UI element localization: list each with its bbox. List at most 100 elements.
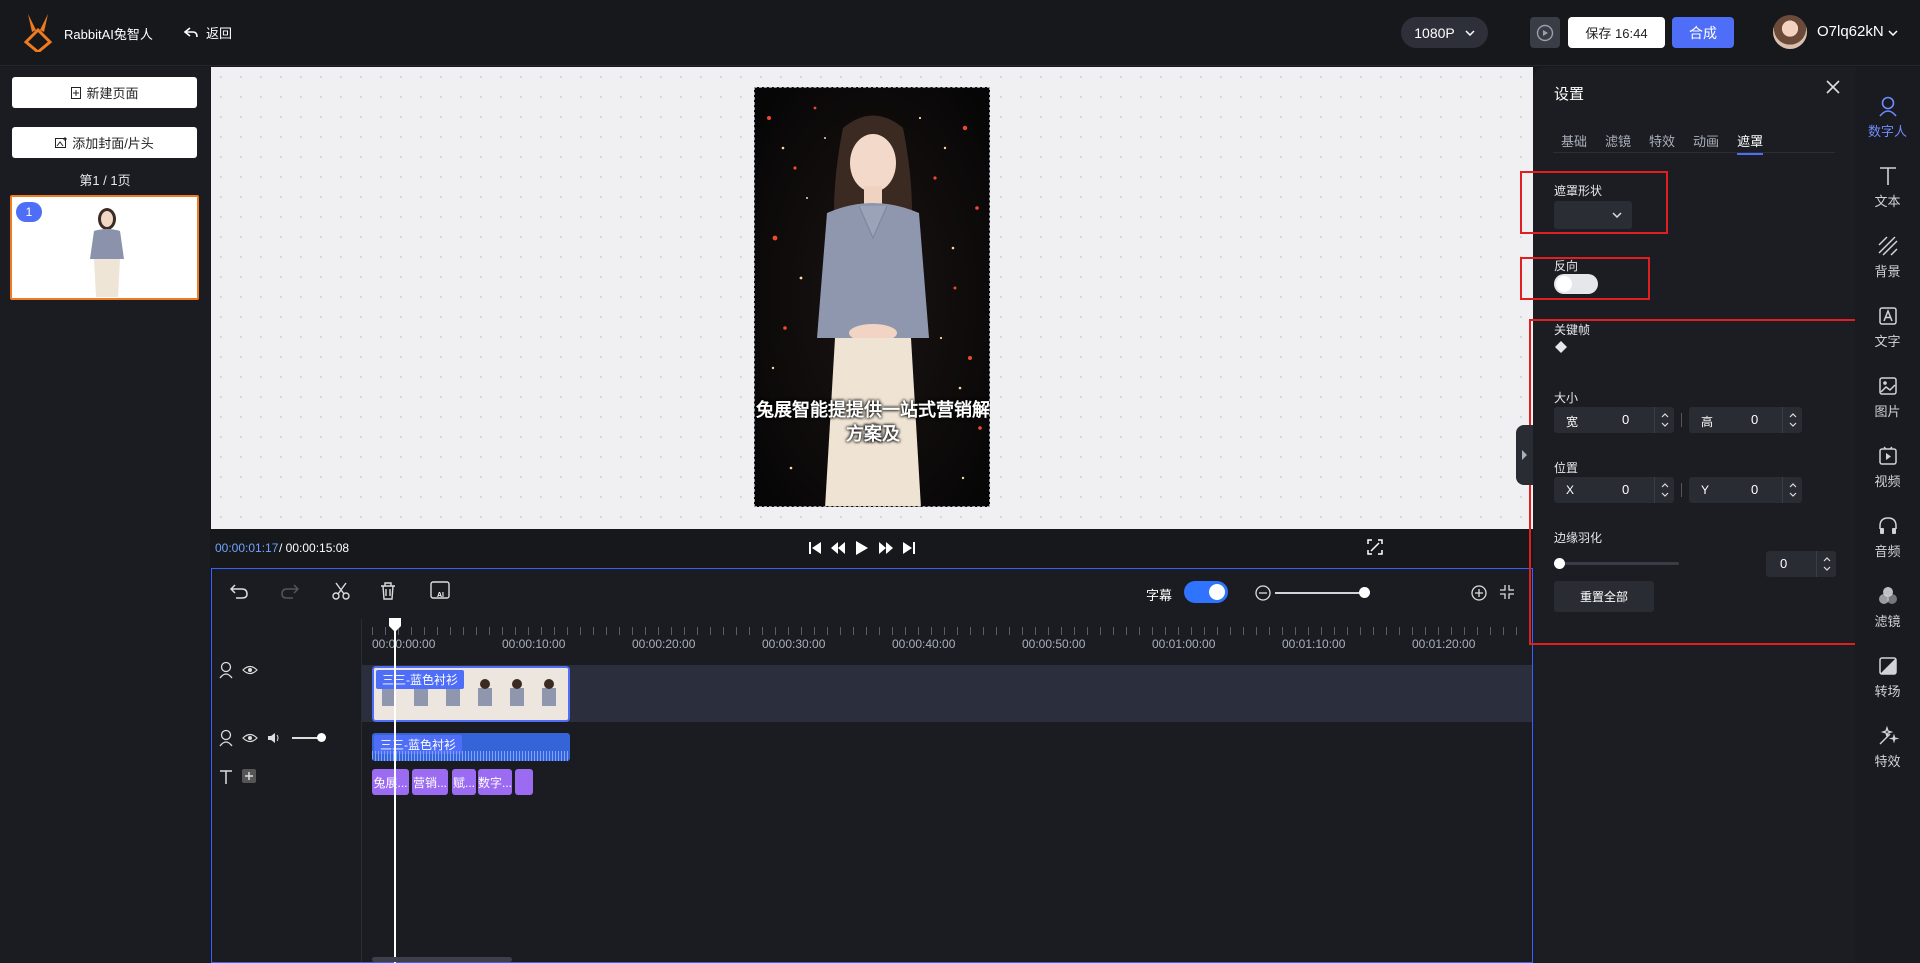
subtitle-toggle[interactable] — [1184, 581, 1228, 603]
rail-label: 文字 — [1874, 334, 1901, 349]
playhead[interactable] — [394, 621, 396, 963]
video-clip[interactable]: 三三-蓝色衬衫 — [372, 666, 570, 722]
height-input[interactable]: 高 0 — [1689, 407, 1802, 433]
width-input[interactable]: 宽 0 — [1554, 407, 1674, 433]
subtitle-clip[interactable]: 数字... — [478, 769, 512, 795]
redo-icon[interactable] — [281, 583, 299, 599]
compose-button[interactable]: 合成 — [1672, 17, 1734, 48]
volume-slider-handle[interactable] — [317, 733, 326, 742]
step-back-icon[interactable] — [831, 541, 845, 555]
tick-label: 00:00:20:00 — [632, 637, 696, 651]
add-image-icon — [55, 136, 68, 148]
delete-icon[interactable] — [380, 582, 396, 600]
rail-effects[interactable]: 特效 — [1855, 725, 1920, 787]
reset-all-button[interactable]: 重置全部 — [1554, 581, 1654, 612]
subtitle-clip[interactable] — [515, 769, 533, 795]
fit-timeline-icon[interactable] — [1499, 584, 1515, 600]
rail-transition[interactable]: 转场 — [1855, 655, 1920, 717]
skip-start-icon[interactable] — [809, 541, 821, 555]
undo-icon[interactable] — [230, 583, 248, 599]
back-button[interactable]: 返回 — [184, 23, 232, 42]
save-button[interactable]: 保存 16:44 — [1568, 17, 1665, 48]
text-track-icon — [220, 770, 232, 784]
ai-subtitle-icon[interactable]: AI — [430, 581, 452, 601]
video-frame[interactable]: 兔展智能提提供一站式营销解决 方案及 — [754, 87, 990, 507]
rail-font[interactable]: 文字 — [1855, 305, 1920, 367]
rail-label: 文本 — [1874, 194, 1901, 209]
play-circle-icon — [1536, 24, 1554, 41]
add-cover-button[interactable]: 添加封面/片头 — [12, 127, 197, 158]
feather-label: 边缘羽化 — [1554, 531, 1603, 545]
x-input[interactable]: X 0 — [1554, 477, 1674, 503]
subtitle-clip[interactable]: 营销... — [412, 769, 448, 795]
step-forward-icon[interactable] — [879, 541, 893, 555]
feather-stepper[interactable] — [1816, 551, 1836, 577]
rail-audio[interactable]: 音频 — [1855, 515, 1920, 577]
x-stepper[interactable] — [1654, 477, 1674, 503]
ruler-minor-ticks — [372, 627, 1522, 635]
y-stepper[interactable] — [1782, 477, 1802, 503]
chevron-down-icon — [1465, 29, 1475, 36]
rail-label: 图片 — [1874, 404, 1901, 419]
rail-label: 视频 — [1874, 474, 1901, 489]
tabs-divider — [1553, 152, 1835, 153]
video-clip-label: 三三-蓝色衬衫 — [376, 670, 464, 689]
tick-label: 00:01:10:00 — [1282, 637, 1346, 651]
playhead-handle-icon[interactable] — [388, 617, 402, 633]
page-number-badge: 1 — [16, 202, 42, 222]
transition-icon — [1878, 657, 1897, 675]
reverse-toggle[interactable] — [1554, 274, 1598, 294]
skip-end-icon[interactable] — [903, 541, 915, 555]
username-menu[interactable]: O7lq62kN — [1817, 23, 1898, 40]
cut-icon[interactable] — [332, 582, 350, 600]
position-label: 位置 — [1554, 461, 1579, 475]
zoom-in-icon[interactable] — [1471, 585, 1487, 601]
subtitle-clip[interactable]: 赋... — [452, 769, 476, 795]
keyframe-diamond-icon[interactable] — [1554, 340, 1568, 354]
username: O7lq62kN — [1817, 23, 1884, 40]
mask-shape-select[interactable] — [1554, 201, 1632, 229]
audio-clip[interactable]: 三三-蓝色衬衫 — [372, 733, 570, 761]
feather-input[interactable]: 0 — [1766, 551, 1836, 577]
rail-video[interactable]: 视频 — [1855, 445, 1920, 507]
tick-label: 00:00:50:00 — [1022, 637, 1086, 651]
height-stepper[interactable] — [1782, 407, 1802, 433]
preview-button[interactable] — [1530, 17, 1560, 48]
volume-icon[interactable] — [267, 732, 281, 744]
text-icon — [1879, 167, 1896, 185]
rail-label: 滤镜 — [1874, 614, 1901, 629]
resolution-select[interactable]: 1080P — [1401, 17, 1488, 48]
y-value: 0 — [1751, 482, 1759, 497]
avatar[interactable] — [1773, 15, 1807, 49]
rail-filter[interactable]: 滤镜 — [1855, 585, 1920, 647]
rail-background[interactable]: 背景 — [1855, 235, 1920, 297]
y-input[interactable]: Y 0 — [1689, 477, 1802, 503]
rail-text[interactable]: 文本 — [1855, 165, 1920, 227]
y-label: Y — [1701, 483, 1710, 497]
top-bar: RabbitAI兔智人 返回 1080P 保存 16:44 合成 O7lq62k… — [0, 0, 1920, 66]
new-file-icon — [71, 86, 82, 99]
add-subtitle-icon[interactable] — [242, 769, 256, 783]
preview-canvas[interactable]: 兔展智能提提供一站式营销解决 方案及 — [211, 67, 1533, 529]
rail-label: 数字人 — [1867, 124, 1907, 139]
collapse-panel-handle[interactable] — [1516, 425, 1533, 485]
feather-slider[interactable] — [1554, 562, 1679, 565]
zoom-slider-handle[interactable] — [1359, 587, 1370, 598]
play-icon[interactable] — [855, 540, 869, 556]
zoom-out-icon[interactable] — [1255, 585, 1271, 601]
zoom-slider[interactable] — [1275, 592, 1365, 594]
feather-slider-handle[interactable] — [1554, 558, 1565, 569]
effects-icon — [1879, 725, 1899, 745]
rail-image[interactable]: 图片 — [1855, 375, 1920, 437]
page-thumbnail[interactable]: 1 — [10, 195, 199, 300]
new-page-label: 新建页面 — [86, 86, 139, 101]
new-page-button[interactable]: 新建页面 — [12, 77, 197, 108]
eye-icon[interactable] — [242, 733, 258, 743]
width-stepper[interactable] — [1654, 407, 1674, 433]
subtitle-clip[interactable]: 兔展... — [372, 769, 409, 795]
rail-digital-human[interactable]: 数字人 — [1855, 95, 1920, 157]
close-icon[interactable] — [1825, 79, 1841, 95]
timeline-scrollbar[interactable] — [372, 957, 512, 962]
fullscreen-icon[interactable] — [1367, 539, 1383, 555]
eye-icon[interactable] — [242, 665, 258, 675]
